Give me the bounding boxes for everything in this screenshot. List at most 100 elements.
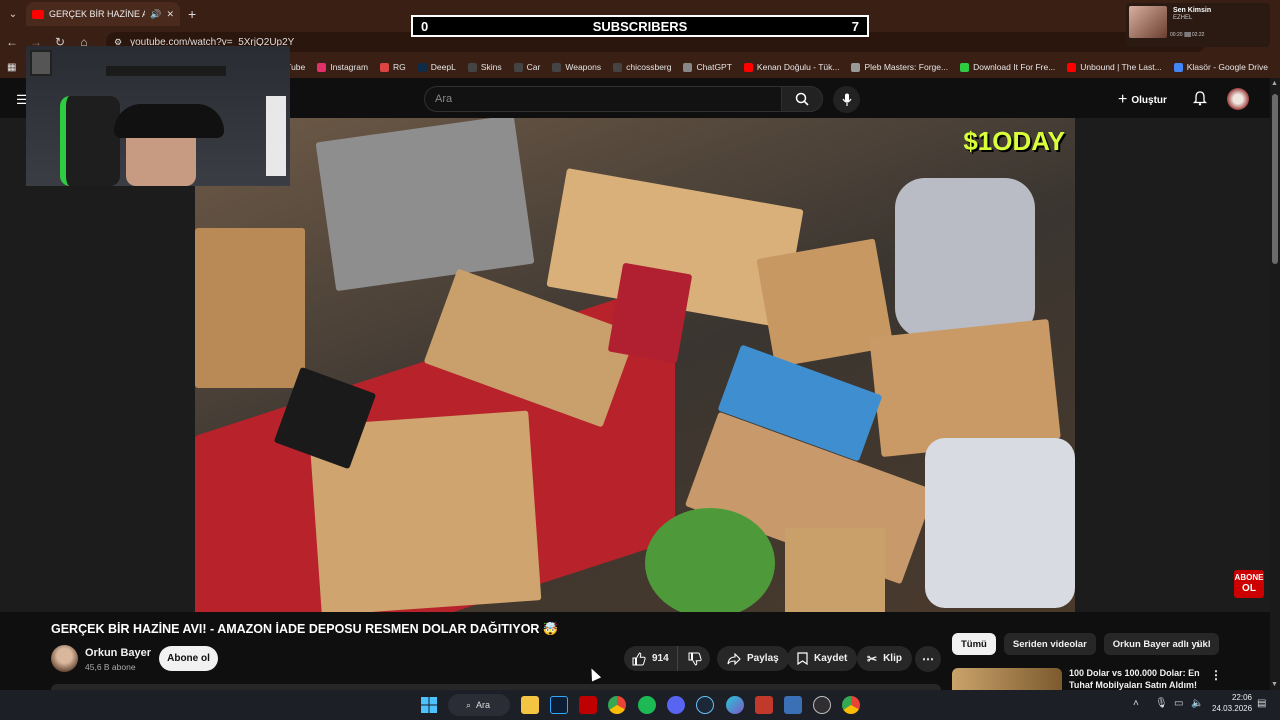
search-button[interactable]	[781, 86, 823, 112]
webcam-overlay	[26, 46, 290, 186]
clock-time: 22:06	[1231, 693, 1252, 702]
filter-chip[interactable]: Seriden videolar	[1003, 633, 1096, 655]
bookmark-favicon-icon	[1067, 62, 1077, 72]
subscriber-count-right: 7	[851, 18, 859, 34]
volume-tray-icon[interactable]: 🔈	[1191, 698, 1203, 709]
notifications-bell-icon[interactable]	[1192, 91, 1208, 111]
bookmark-label: Unbound | The Last...	[1080, 62, 1162, 72]
bookmark-item[interactable]: Weapons	[552, 62, 601, 72]
taskbar-search[interactable]: ⌕ Ara	[448, 694, 510, 716]
bookmark-favicon-icon	[513, 62, 523, 72]
voice-search-button[interactable]	[833, 86, 860, 113]
bookmark-favicon-icon	[1173, 62, 1183, 72]
filter-chip[interactable]: Tümü	[952, 633, 996, 655]
subscribe-watermark-badge[interactable]: ABONE OL	[1234, 570, 1264, 598]
account-avatar[interactable]	[1227, 88, 1249, 110]
share-arrow-icon	[727, 652, 741, 665]
tray-chevron-up-icon[interactable]: ˄	[1133, 698, 1139, 709]
bookmark-item[interactable]: RG	[380, 62, 406, 72]
system-clock[interactable]: 22:06 24.03.2026	[1212, 693, 1252, 715]
abone-badge-line2: OL	[1242, 582, 1256, 594]
bookmark-item[interactable]: Pleb Masters: Forge...	[851, 62, 948, 72]
microphone-icon	[842, 93, 851, 106]
channel-avatar[interactable]	[51, 645, 78, 672]
now-playing-time-end: 02:22	[1191, 32, 1205, 38]
now-playing-artist: EZHEL	[1173, 15, 1193, 22]
display-tray-icon[interactable]: ▭	[1174, 698, 1183, 709]
bookmark-favicon-icon	[317, 62, 327, 72]
filter-chip[interactable]: Orkun Bayer adlı yükl	[1103, 633, 1220, 655]
channel-name[interactable]: Orkun Bayer	[85, 647, 151, 659]
webcam-shelf	[106, 66, 226, 76]
media-app-icon[interactable]	[755, 696, 773, 714]
now-playing-card[interactable]: Sen Kimsin EZHEL	[1126, 3, 1270, 47]
recommended-more-icon[interactable]: ⋮	[1210, 668, 1222, 682]
bookmark-label: Car	[526, 62, 541, 72]
dislike-button[interactable]	[678, 646, 712, 671]
tab-search-chevron-icon[interactable]: ⌄	[0, 0, 26, 28]
chrome-icon[interactable]	[608, 696, 626, 714]
clip-button[interactable]: ✂ Klip	[857, 646, 912, 671]
tab-audio-icon[interactable]: 🔊	[150, 9, 161, 20]
recommended-video-title[interactable]: 100 Dolar vs 100.000 Dolar: En Tuhaf Mob…	[1069, 668, 1201, 690]
chrome-active-icon[interactable]	[842, 696, 860, 714]
save-button[interactable]: Kaydet	[787, 646, 858, 671]
like-button[interactable]: 914	[624, 646, 678, 671]
filezilla-icon[interactable]	[579, 696, 597, 714]
recommended-video-thumbnail[interactable]	[952, 668, 1062, 690]
bookmark-item[interactable]: DeepL	[417, 62, 456, 72]
channel-brand-badge: $1ODAY	[963, 126, 1065, 156]
windows-start-icon[interactable]	[420, 696, 438, 714]
bookmark-favicon-icon	[552, 62, 562, 72]
scrollbar-thumb[interactable]	[1272, 94, 1278, 264]
video-box	[607, 262, 693, 364]
new-tab-icon[interactable]: +	[188, 6, 196, 22]
bookmark-item[interactable]: Klasör - Google Drive	[1173, 62, 1268, 72]
share-label: Paylaş	[747, 653, 779, 664]
chevron-right-icon[interactable]: ›	[1196, 637, 1200, 651]
obs-icon[interactable]	[813, 696, 831, 714]
share-button[interactable]: Paylaş	[717, 646, 789, 671]
bookmark-item[interactable]: Skins	[467, 62, 502, 72]
search-input[interactable]: Ara	[424, 86, 782, 112]
bookmark-item[interactable]: Download It For Fre...	[960, 62, 1055, 72]
clock-date: 24.03.2026	[1212, 703, 1253, 713]
subscribe-button[interactable]: Abone ol	[159, 646, 218, 671]
back-icon[interactable]: ←	[0, 35, 24, 49]
now-playing-time-start: 00:20	[1170, 32, 1183, 38]
bookmark-favicon-icon	[743, 62, 753, 72]
bookmark-item[interactable]: Unbound | The Last...	[1067, 62, 1162, 72]
bookmark-item[interactable]: chicossberg	[613, 62, 671, 72]
bookmark-item[interactable]: Kenan Doğulu - Tük...	[743, 62, 839, 72]
steam-icon[interactable]	[696, 696, 714, 714]
subscriber-counter-overlay: 0 SUBSCRIBERS 7	[411, 15, 869, 37]
bookmark-item[interactable]: Car	[513, 62, 541, 72]
tab-close-icon[interactable]: ✕	[166, 9, 174, 20]
bookmark-label: Skins	[480, 62, 502, 72]
scroll-down-icon[interactable]: ▼	[1271, 681, 1278, 688]
photoshop-icon[interactable]	[550, 696, 568, 714]
discord-icon[interactable]	[667, 696, 685, 714]
channel-subscriber-count: 45,6 B abone	[85, 662, 136, 672]
notification-center-icon[interactable]: ▤	[1257, 698, 1266, 709]
microphone-tray-icon[interactable]: 🎙	[1155, 698, 1168, 709]
scroll-up-icon[interactable]: ▲	[1271, 80, 1278, 87]
video-frame[interactable]: $1ODAY	[195, 118, 1075, 612]
browser-tab-active[interactable]: GERÇEK BİR HAZİNE AVI! - 🔊 ✕	[26, 2, 180, 26]
bookmark-favicon-icon	[613, 62, 623, 72]
webcam-monitor	[30, 50, 52, 76]
file-explorer-icon[interactable]	[521, 696, 539, 714]
more-actions-icon[interactable]: ⋯	[915, 646, 941, 672]
bookmark-item[interactable]: ChatGPT	[683, 62, 732, 72]
create-button[interactable]: + Oluştur	[1118, 88, 1176, 112]
copilot-icon[interactable]	[726, 696, 744, 714]
apps-grid-icon[interactable]: ▦	[0, 62, 23, 73]
spotify-icon[interactable]	[638, 696, 656, 714]
video-title: GERÇEK BİR HAZİNE AVI! - AMAZON İADE DEP…	[51, 622, 559, 636]
bookmark-favicon-icon	[851, 62, 861, 72]
search-icon	[795, 92, 809, 106]
network-app-icon[interactable]	[784, 696, 802, 714]
page-scrollbar[interactable]: ▲ ▼	[1270, 78, 1280, 690]
bookmark-item[interactable]: Instagram	[317, 62, 368, 72]
video-box	[869, 318, 1061, 458]
